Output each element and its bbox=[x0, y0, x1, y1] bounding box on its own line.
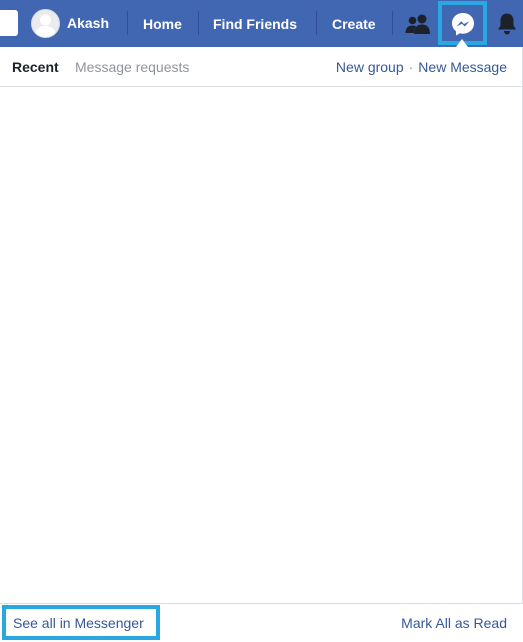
messages-panel-header: Recent Message requests New group · New … bbox=[0, 47, 523, 87]
bell-icon bbox=[498, 13, 516, 34]
conversation-list bbox=[0, 88, 523, 603]
dropdown-caret-icon bbox=[456, 39, 468, 47]
profile-name: Akash bbox=[67, 15, 110, 31]
create-link[interactable]: Create bbox=[332, 0, 376, 47]
tab-message-requests[interactable]: Message requests bbox=[75, 47, 189, 87]
header-actions: New group · New Message bbox=[336, 47, 507, 87]
find-friends-link[interactable]: Find Friends bbox=[213, 0, 297, 47]
messages-panel-footer: See all in Messenger Mark All as Read bbox=[0, 603, 523, 642]
nav-divider bbox=[392, 11, 393, 35]
default-avatar-icon bbox=[35, 14, 56, 37]
search-input[interactable] bbox=[0, 10, 18, 36]
action-separator: · bbox=[408, 59, 414, 75]
see-all-in-messenger-link[interactable]: See all in Messenger bbox=[2, 605, 160, 640]
nav-divider bbox=[127, 11, 128, 35]
home-link[interactable]: Home bbox=[143, 0, 182, 47]
top-navigation-bar: Akash Home Find Friends Create bbox=[0, 0, 523, 47]
new-group-link[interactable]: New group bbox=[336, 59, 404, 75]
profile-link[interactable]: Akash bbox=[31, 7, 109, 39]
friends-icon bbox=[405, 14, 430, 34]
tab-recent[interactable]: Recent bbox=[12, 47, 59, 87]
friend-requests-button[interactable] bbox=[403, 0, 433, 47]
nav-divider bbox=[316, 11, 317, 35]
mark-all-as-read-link[interactable]: Mark All as Read bbox=[401, 604, 507, 642]
notifications-button[interactable] bbox=[493, 0, 521, 47]
avatar bbox=[31, 8, 60, 38]
new-message-link[interactable]: New Message bbox=[418, 59, 507, 75]
nav-divider bbox=[198, 11, 199, 35]
